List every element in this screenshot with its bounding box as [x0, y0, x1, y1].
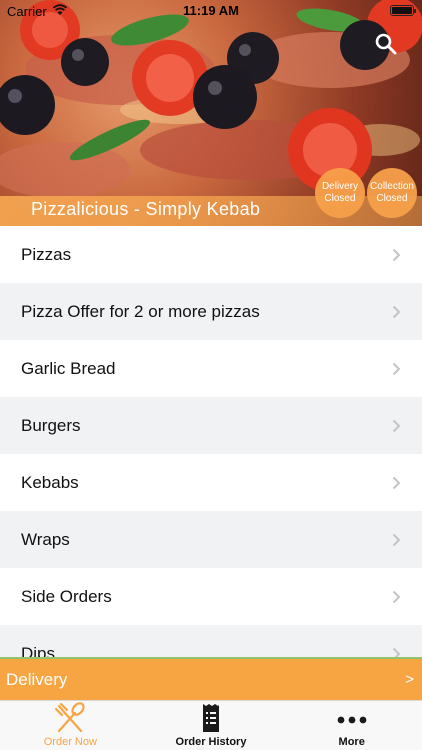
- menu-item-pizza-offer[interactable]: Pizza Offer for 2 or more pizzas: [0, 283, 422, 340]
- tab-more[interactable]: More: [281, 701, 422, 750]
- battery-icon: [390, 5, 416, 16]
- tab-bar: Order Now Order History More: [0, 700, 422, 750]
- menu-item-label: Wraps: [21, 529, 70, 549]
- tab-label: Order Now: [43, 736, 97, 748]
- menu-item-kebabs[interactable]: Kebabs: [0, 454, 422, 511]
- clock: 11:19 AM: [183, 3, 239, 18]
- menu-item-label: Burgers: [21, 415, 81, 435]
- more-dots-icon: [335, 701, 369, 735]
- delivery-status-line1: Delivery: [321, 181, 359, 192]
- menu-item-label: Side Orders: [21, 586, 112, 606]
- order-mode-arrow: >: [405, 671, 414, 688]
- tab-order-history[interactable]: Order History: [141, 701, 282, 750]
- menu-item-label: Garlic Bread: [21, 358, 116, 378]
- menu-item-garlic-bread[interactable]: Garlic Bread: [0, 340, 422, 397]
- collection-status-line1: Collection: [370, 181, 414, 192]
- receipt-icon: [194, 701, 228, 735]
- menu-item-burgers[interactable]: Burgers: [0, 397, 422, 454]
- order-mode-label: Delivery: [6, 669, 68, 689]
- menu-item-wraps[interactable]: Wraps: [0, 511, 422, 568]
- tab-label: More: [338, 736, 365, 748]
- menu-item-side-orders[interactable]: Side Orders: [0, 568, 422, 625]
- chevron-right-icon: [392, 419, 401, 432]
- fork-spoon-icon: [53, 701, 87, 735]
- collection-status-line2: Closed: [376, 193, 408, 204]
- tab-order-now[interactable]: Order Now: [0, 701, 141, 750]
- chevron-right-icon: [392, 305, 401, 318]
- chevron-right-icon: [392, 362, 401, 375]
- menu-item-label: Dips: [21, 643, 56, 658]
- chevron-right-icon: [392, 476, 401, 489]
- order-mode-bar[interactable]: Delivery >: [0, 657, 422, 700]
- chevron-right-icon: [392, 248, 401, 261]
- search-icon[interactable]: [374, 32, 398, 56]
- tab-label: Order History: [175, 736, 247, 748]
- chevron-right-icon: [392, 647, 401, 657]
- menu-category-list[interactable]: Pizzas Pizza Offer for 2 or more pizzas …: [0, 226, 422, 657]
- menu-item-label: Pizzas: [21, 244, 72, 264]
- menu-item-label: Kebabs: [21, 472, 79, 492]
- shop-title: Pizzalicious - Simply Kebab: [31, 199, 261, 219]
- delivery-status-badge: Delivery Closed: [315, 168, 365, 218]
- chevron-right-icon: [392, 533, 401, 546]
- delivery-status-line2: Closed: [324, 193, 356, 204]
- menu-item-dips[interactable]: Dips: [0, 625, 422, 657]
- hero-banner: Carrier 11:19 AM Pizzalicious - Simply K…: [0, 0, 422, 226]
- menu-item-label: Pizza Offer for 2 or more pizzas: [21, 301, 260, 321]
- status-bar: Carrier 11:19 AM: [0, 0, 422, 22]
- collection-status-badge: Collection Closed: [367, 168, 417, 218]
- menu-item-pizzas[interactable]: Pizzas: [0, 226, 422, 283]
- chevron-right-icon: [392, 590, 401, 603]
